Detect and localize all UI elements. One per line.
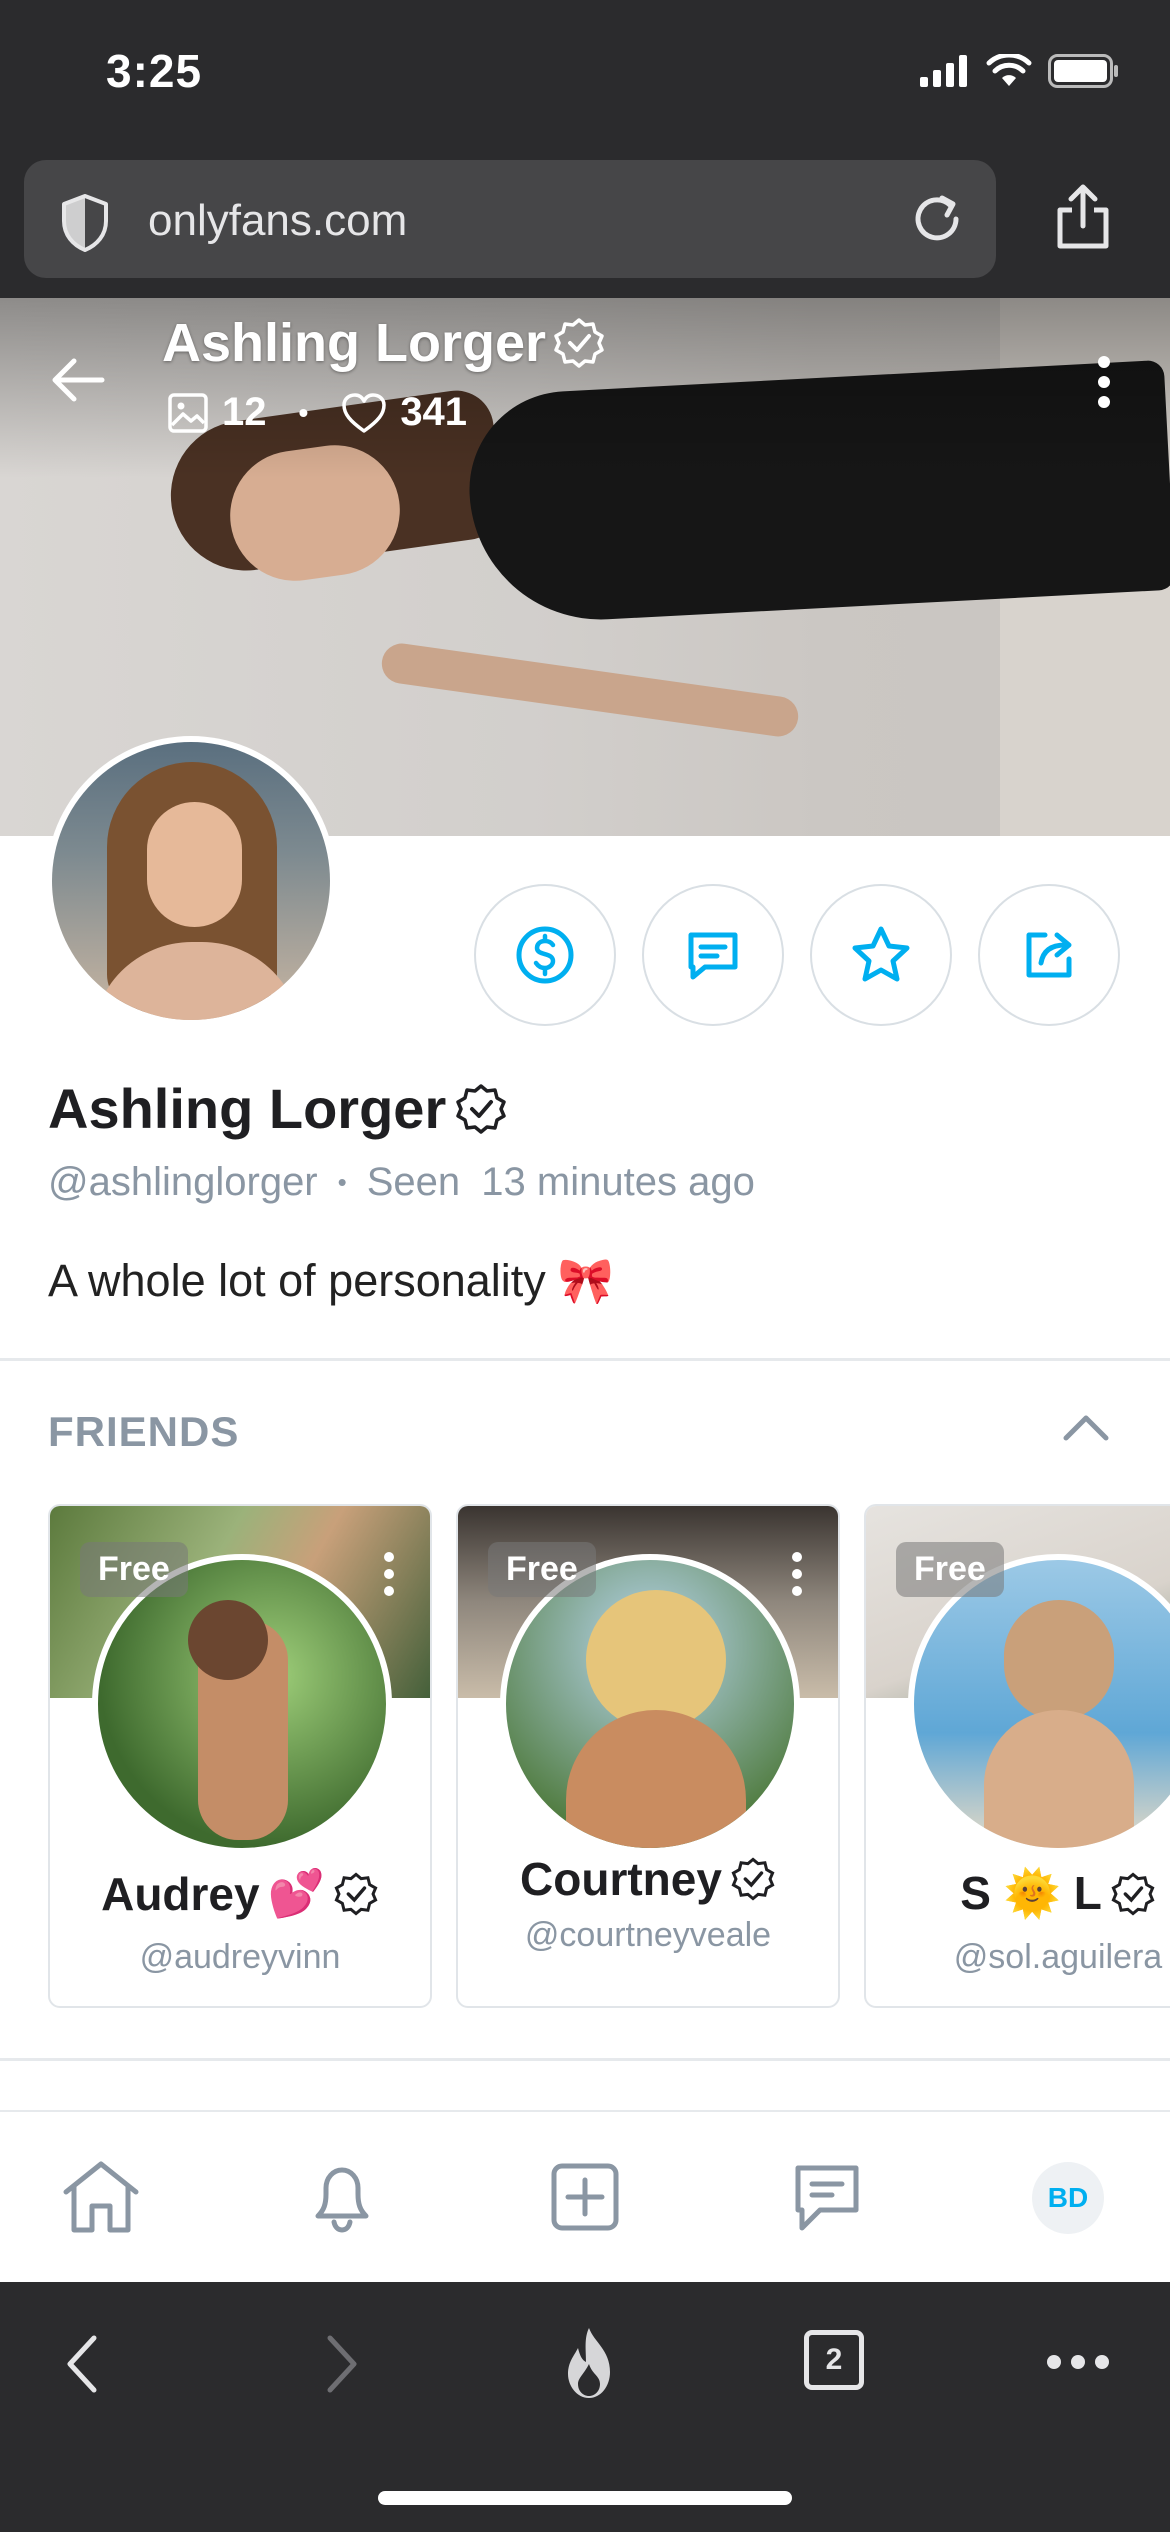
friend-name-text: S 🌞 L — [960, 1867, 1102, 1919]
profile-avatar[interactable] — [46, 736, 336, 1026]
friend-name-text: Courtney — [520, 1853, 722, 1905]
section-divider — [0, 1358, 1170, 1361]
cover-stats: 12 • 341 — [166, 390, 467, 435]
likes-count: 341 — [400, 390, 468, 434]
share-profile-button[interactable] — [978, 884, 1120, 1026]
verified-badge-icon — [554, 318, 604, 368]
more-menu-icon[interactable] — [1044, 2352, 1112, 2372]
tabs-button[interactable]: 2 — [804, 2330, 864, 2390]
cover-name: Ashling Lorger — [162, 312, 606, 374]
friend-card[interactable]: Free Audrey 💕 @audreyvinn — [48, 1504, 432, 2008]
friend-name-emoji: 💕 — [267, 1867, 325, 1919]
share-icon — [1026, 932, 1072, 978]
last-seen: Seen 13 minutes ago — [367, 1160, 755, 1205]
image-icon — [168, 392, 208, 433]
stats-separator: • — [298, 396, 309, 428]
user-avatar[interactable]: BD — [1032, 2162, 1104, 2234]
app-bottom-nav: BD — [0, 2112, 1170, 2282]
more-options-icon[interactable] — [1096, 354, 1112, 410]
message-icon — [688, 932, 738, 980]
verified-badge-icon — [334, 1871, 378, 1916]
dollar-circle-icon — [516, 926, 574, 984]
friends-title: FRIENDS — [48, 1408, 240, 1455]
browser-address-bar: onlyfans.com — [0, 150, 1170, 298]
verified-badge-icon — [731, 1857, 775, 1901]
friend-card[interactable]: Free S 🌞 L @sol.aguilera — [864, 1504, 1170, 2008]
heart-icon — [342, 392, 387, 433]
profile-handle[interactable]: @ashlinglorger — [48, 1160, 318, 1205]
friend-handle: @sol.aguilera — [953, 1938, 1163, 1976]
friend-avatar — [92, 1554, 392, 1854]
status-bar: 3:25 — [0, 0, 1170, 150]
bio-emoji: 🎀 — [557, 1255, 614, 1306]
home-icon[interactable] — [60, 2158, 142, 2236]
card-options-icon[interactable] — [790, 1550, 804, 1598]
add-post-icon[interactable] — [546, 2158, 624, 2236]
favorite-button[interactable] — [810, 884, 952, 1026]
tip-button[interactable] — [474, 884, 616, 1026]
verified-badge-icon — [1111, 1871, 1155, 1916]
profile-bio: A whole lot of personality 🎀 — [48, 1254, 614, 1307]
cellular-signal-icon — [920, 55, 967, 87]
cover-header: Ashling Lorger 12 • 341 — [0, 298, 1170, 458]
url-text: onlyfans.com — [148, 196, 408, 245]
browser-back-icon[interactable] — [62, 2332, 102, 2396]
friend-handle: @courtneyveale — [524, 1916, 772, 1954]
cover-name-text: Ashling Lorger — [162, 313, 547, 373]
free-badge: Free — [488, 1542, 596, 1597]
section-divider — [0, 2058, 1170, 2061]
back-arrow-icon[interactable] — [50, 356, 106, 404]
friend-avatar — [500, 1554, 800, 1854]
browser-share-icon[interactable] — [1052, 182, 1114, 252]
friend-name: Courtney — [458, 1852, 838, 1906]
profile-meta: @ashlinglorger • Seen 13 minutes ago — [48, 1160, 755, 1205]
friend-name-text: Audrey — [101, 1867, 260, 1920]
verified-badge-icon — [456, 1083, 506, 1134]
free-badge: Free — [80, 1542, 188, 1597]
shield-icon — [62, 194, 108, 252]
bio-text: A whole lot of personality — [48, 1254, 546, 1306]
photos-count: 12 — [222, 390, 267, 434]
wifi-icon — [986, 54, 1032, 86]
profile-name: Ashling Lorger — [48, 1076, 508, 1141]
reload-icon[interactable] — [906, 188, 968, 250]
friend-card[interactable]: Free Courtney @courtneyveale — [456, 1504, 840, 2008]
message-button[interactable] — [642, 884, 784, 1026]
status-time: 3:25 — [106, 45, 203, 97]
free-badge: Free — [896, 1542, 1004, 1597]
friend-handle: @audreyvinn — [139, 1938, 341, 1976]
status-icons — [920, 54, 1120, 88]
home-indicator — [378, 2491, 792, 2505]
url-field[interactable]: onlyfans.com — [24, 160, 996, 278]
card-options-icon[interactable] — [382, 1550, 396, 1598]
star-icon — [852, 926, 910, 982]
browser-forward-icon[interactable] — [322, 2332, 362, 2396]
messages-icon[interactable] — [788, 2158, 866, 2238]
notifications-bell-icon[interactable] — [302, 2158, 382, 2238]
chevron-up-icon[interactable] — [1060, 1410, 1112, 1444]
seen-label: Seen — [366, 1160, 461, 1204]
friend-name: Audrey 💕 — [50, 1866, 430, 1921]
battery-icon — [1048, 54, 1118, 88]
meta-separator: • — [337, 1167, 347, 1197]
seen-time: 13 minutes ago — [481, 1160, 755, 1204]
fire-icon[interactable] — [556, 2324, 622, 2402]
profile-name-text: Ashling Lorger — [48, 1077, 447, 1140]
friend-name: S 🌞 L — [866, 1866, 1170, 1921]
profile-actions — [474, 884, 1120, 1026]
